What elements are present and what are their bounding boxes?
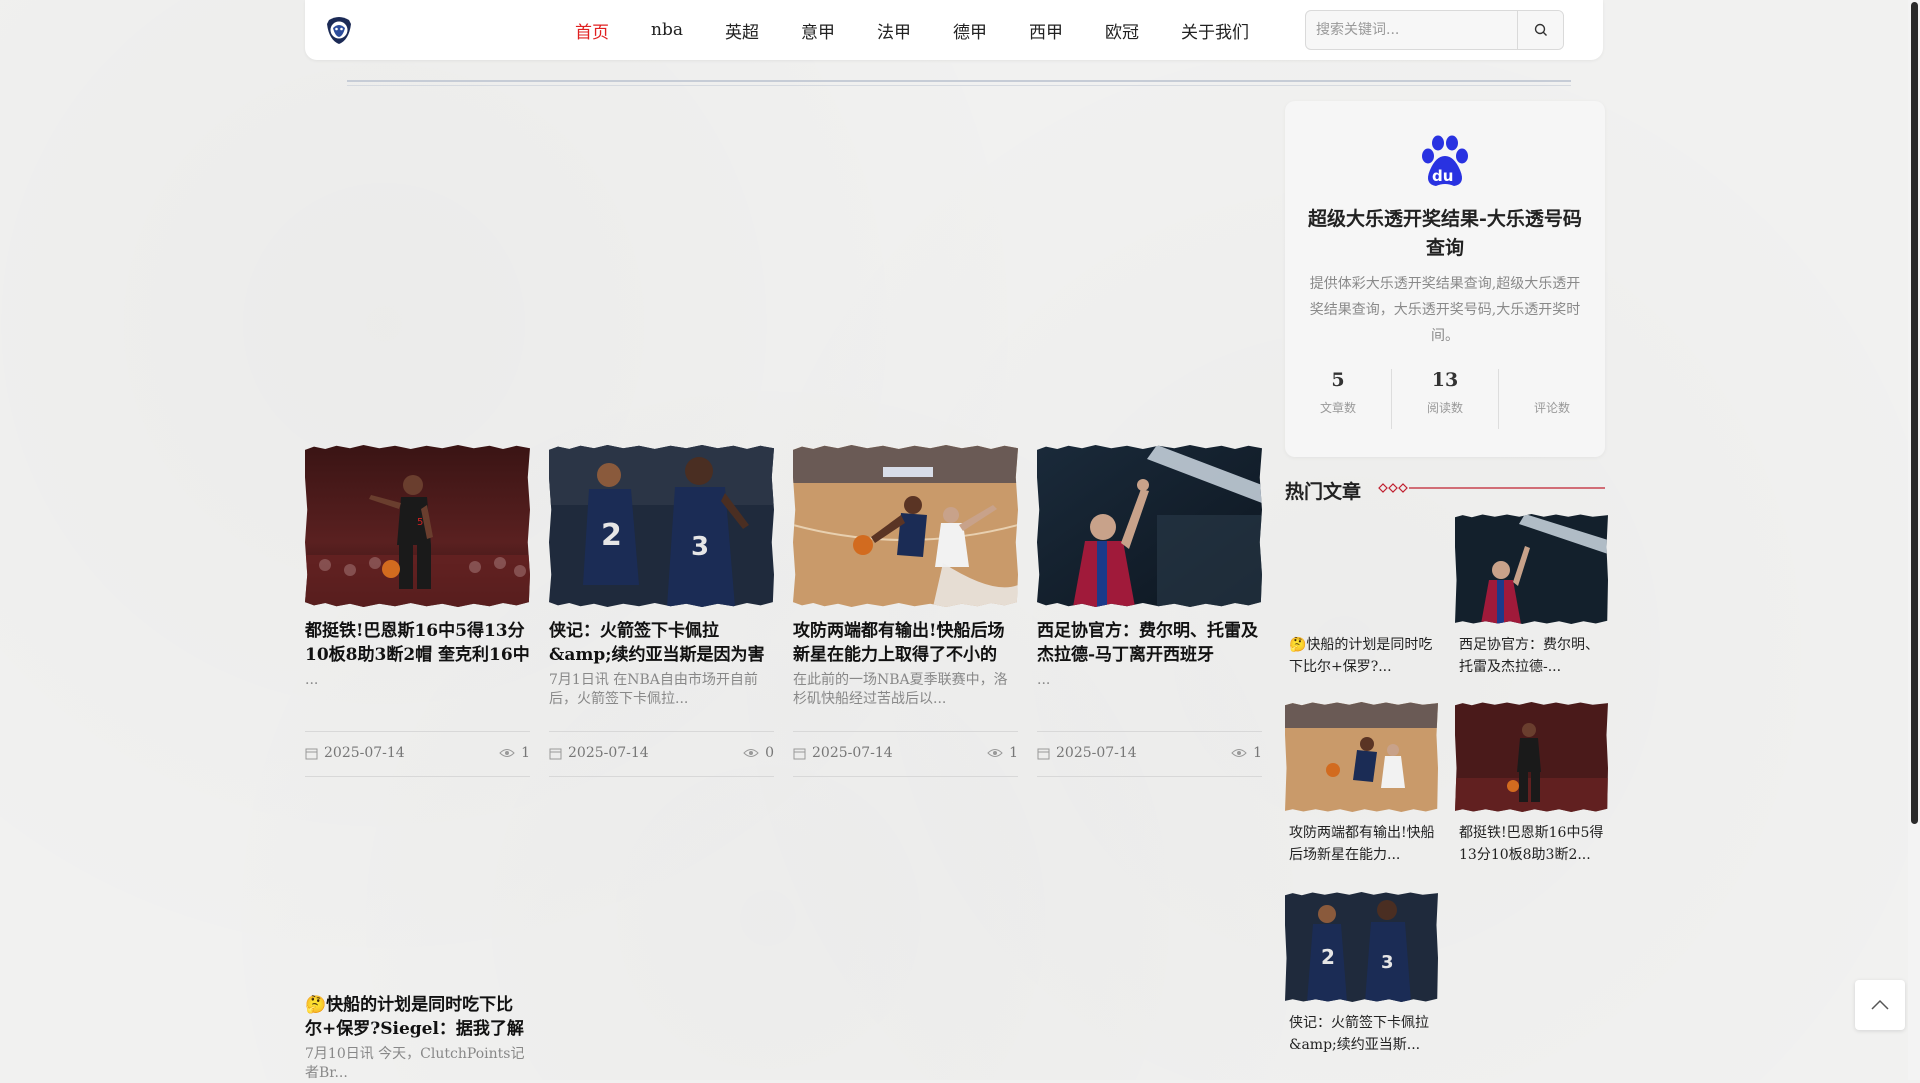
article-views: 1	[1253, 745, 1262, 761]
article-meta: 2025-07-14 1	[305, 731, 530, 777]
hot-article-thumbnail[interactable]	[1455, 514, 1608, 624]
site-title[interactable]: 超级大乐透开奖结果-大乐透号码查询	[1305, 205, 1585, 263]
decorative-line	[1378, 483, 1605, 493]
hot-articles-heading: 热门文章	[1285, 481, 1362, 503]
stat-reads: 13 阅读数	[1391, 369, 1498, 429]
article-excerpt: ...	[1037, 672, 1051, 688]
article-title[interactable]: 🤔快船的计划是同时吃下比尔+保罗?Siegel：据我了解	[305, 993, 530, 1041]
nav-premier-league[interactable]: 英超	[725, 18, 759, 43]
hot-article-title[interactable]: 🤔快船的计划是同时吃下比尔+保罗?...	[1285, 634, 1438, 678]
article-thumbnail[interactable]: 2 3	[549, 445, 774, 607]
article-excerpt: 7月10日讯 今天，ClutchPoints记者Br...	[305, 1046, 525, 1081]
eye-icon	[1231, 749, 1247, 757]
article-card[interactable]: 5 都挺铁!巴恩斯16中5得13分10板8助3断2帽 奎克利16中5 ... 2…	[305, 445, 530, 777]
hot-article-item[interactable]: 🤔快船的计划是同时吃下比尔+保罗?...	[1285, 514, 1438, 678]
nav-home[interactable]: 首页	[575, 18, 609, 43]
scrollbar-thumb[interactable]	[1911, 2, 1918, 824]
article-card[interactable]: 西足协官方：费尔明、托雷及杰拉德-马丁离开西班牙 ... 2025-07-14 …	[1037, 445, 1262, 777]
article-date: 2025-07-14	[1056, 745, 1137, 761]
article-thumbnail[interactable]	[793, 445, 1018, 607]
hot-article-thumbnail[interactable]	[1285, 702, 1438, 812]
hot-article-item[interactable]: 攻防两端都有输出!快船后场新星在能力...	[1285, 702, 1438, 866]
article-date: 2025-07-14	[568, 745, 649, 761]
article-date: 2025-07-14	[812, 745, 893, 761]
article-excerpt: 在此前的一场NBA夏季联赛中，洛杉矶快船经过苦战后以...	[793, 672, 1008, 707]
hot-article-item[interactable]: 都挺铁!巴恩斯16中5得13分10板8助3断2...	[1455, 702, 1608, 866]
calendar-icon	[793, 748, 806, 759]
svg-text:2: 2	[601, 518, 622, 553]
search-input[interactable]	[1306, 11, 1544, 49]
svg-text:3: 3	[691, 532, 709, 562]
article-card[interactable]: 攻防两端都有输出!快船后场新星在能力上取得了不小的 在此前的一场NBA夏季联赛中…	[793, 445, 1018, 777]
svg-text:3: 3	[1381, 952, 1394, 973]
article-views: 1	[521, 745, 530, 761]
stat-label: 阅读数	[1426, 401, 1463, 415]
eye-icon	[499, 749, 515, 757]
nav-serie-a[interactable]: 意甲	[801, 18, 835, 43]
chevron-up-icon	[1871, 999, 1889, 1010]
calendar-icon	[549, 748, 562, 759]
article-excerpt: 7月1日讯 在NBA自由市场开自前后，火箭签下卡佩拉...	[549, 672, 758, 707]
search-button[interactable]	[1517, 11, 1563, 49]
hot-article-item[interactable]: 2 3 侠记：火箭签下卡佩拉&amp;续约亚当斯...	[1285, 892, 1438, 1056]
article-meta: 2025-07-14 1	[793, 731, 1018, 777]
stat-comments: 评论数	[1498, 369, 1605, 429]
stat-number: 13	[1431, 369, 1459, 391]
header-divider	[347, 80, 1571, 89]
svg-text:5: 5	[417, 517, 423, 528]
stat-label: 文章数	[1319, 401, 1356, 415]
nav-ligue-1[interactable]: 法甲	[877, 18, 911, 43]
article-views: 0	[765, 745, 774, 761]
site-profile-card: du 超级大乐透开奖结果-大乐透号码查询 提供体彩大乐透开奖结果查询,超级大乐透…	[1285, 101, 1605, 457]
article-views: 1	[1009, 745, 1018, 761]
article-date: 2025-07-14	[324, 745, 405, 761]
svg-text:2: 2	[1321, 945, 1335, 969]
svg-text:du: du	[1432, 167, 1453, 185]
site-description: 提供体彩大乐透开奖结果查询,超级大乐透开奖结果查询，大乐透开奖号码,大乐透开奖时…	[1309, 276, 1581, 344]
hot-article-title[interactable]: 都挺铁!巴恩斯16中5得13分10板8助3断2...	[1455, 822, 1608, 866]
nav-nba[interactable]: nba	[651, 20, 683, 40]
site-logo[interactable]	[323, 14, 355, 46]
hot-article-thumbnail[interactable]	[1285, 514, 1438, 624]
article-title[interactable]: 西足协官方：费尔明、托雷及杰拉德-马丁离开西班牙	[1037, 619, 1262, 667]
hot-article-title[interactable]: 西足协官方：费尔明、托雷及杰拉德-...	[1455, 634, 1608, 678]
calendar-icon	[305, 748, 318, 759]
hot-article-item[interactable]: 西足协官方：费尔明、托雷及杰拉德-...	[1455, 514, 1608, 678]
stat-number: 5	[1331, 369, 1345, 391]
article-card[interactable]: 2 3 侠记：火箭签下卡佩拉&amp;续约亚当斯是因为害 7月1日讯 在NBA自…	[549, 445, 774, 777]
stat-number	[1499, 369, 1605, 395]
nav-la-liga[interactable]: 西甲	[1029, 18, 1063, 43]
back-to-top-button[interactable]	[1855, 980, 1905, 1030]
article-title[interactable]: 都挺铁!巴恩斯16中5得13分10板8助3断2帽 奎克利16中5	[305, 619, 530, 667]
article-thumbnail[interactable]	[1037, 445, 1262, 607]
nav-bundesliga[interactable]: 德甲	[953, 18, 987, 43]
article-card[interactable]: 🤔快船的计划是同时吃下比尔+保罗?Siegel：据我了解 7月10日讯 今天，C…	[305, 819, 530, 1083]
search-box	[1305, 10, 1564, 50]
article-excerpt: ...	[305, 672, 319, 688]
article-meta: 2025-07-14 1	[1037, 731, 1262, 777]
article-title[interactable]: 攻防两端都有输出!快船后场新星在能力上取得了不小的	[793, 619, 1018, 667]
main-nav: 首页 nba 英超 意甲 法甲 德甲 西甲 欧冠 关于我们	[575, 0, 1291, 60]
nav-champions-league[interactable]: 欧冠	[1105, 18, 1139, 43]
nav-about-us[interactable]: 关于我们	[1181, 18, 1249, 43]
stat-articles: 5 文章数	[1285, 369, 1391, 429]
article-title[interactable]: 侠记：火箭签下卡佩拉&amp;续约亚当斯是因为害	[549, 619, 774, 667]
baidu-paw-icon: du	[1420, 134, 1470, 192]
hot-article-title[interactable]: 攻防两端都有输出!快船后场新星在能力...	[1285, 822, 1438, 866]
top-header: 首页 nba 英超 意甲 法甲 德甲 西甲 欧冠 关于我们	[305, 0, 1603, 60]
calendar-icon	[1037, 748, 1050, 759]
site-stats: 5 文章数 13 阅读数 评论数	[1285, 369, 1605, 429]
hot-article-thumbnail[interactable]	[1455, 702, 1608, 812]
search-icon	[1534, 23, 1547, 36]
stat-label: 评论数	[1533, 401, 1570, 415]
hot-article-title[interactable]: 侠记：火箭签下卡佩拉&amp;续约亚当斯...	[1285, 1012, 1438, 1056]
article-thumbnail[interactable]: 5	[305, 445, 530, 607]
hot-articles-header: 热门文章	[1285, 475, 1605, 505]
article-meta: 2025-07-14 0	[549, 731, 774, 777]
article-thumbnail[interactable]	[305, 819, 530, 981]
eye-icon	[987, 749, 1003, 757]
eye-icon	[743, 749, 759, 757]
hot-article-thumbnail[interactable]: 2 3	[1285, 892, 1438, 1002]
